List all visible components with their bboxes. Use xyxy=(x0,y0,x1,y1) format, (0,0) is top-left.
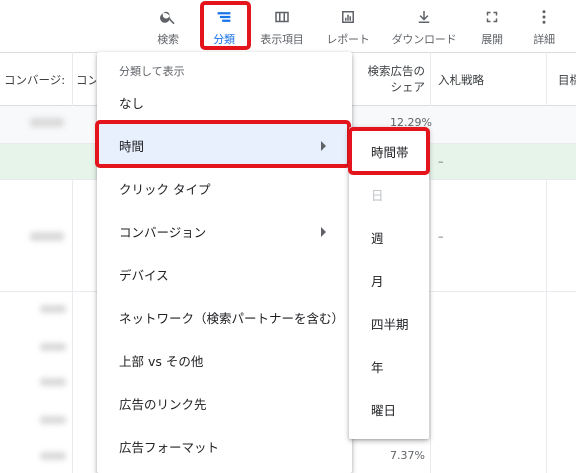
chevron-right-icon xyxy=(321,226,326,237)
menu-item-click-type[interactable]: クリック タイプ xyxy=(97,167,352,210)
time-submenu: 時間帯 日 週 月 四半期 年 曜日 xyxy=(349,127,429,439)
menu-item-label: コンバージョン xyxy=(119,225,207,240)
search-share-cell: 7.37% xyxy=(390,449,425,462)
menu-item-ad-format[interactable]: 広告フォーマット xyxy=(97,425,352,468)
column-header-target[interactable]: 目標 xyxy=(558,72,576,88)
menu-item-conversion[interactable]: コンバージョン xyxy=(97,210,352,253)
reports-button-label: レポート xyxy=(326,33,370,46)
expand-icon xyxy=(483,6,501,26)
more-vert-icon xyxy=(535,6,553,26)
blurred-value xyxy=(40,343,66,351)
submenu-item-label: 時間帯 xyxy=(371,145,409,160)
submenu-item-hour-of-day[interactable]: 時間帯 xyxy=(349,130,429,173)
segment-button-label: 分類 xyxy=(213,33,235,46)
menu-item-label: なし xyxy=(119,96,145,111)
segment-button[interactable]: 分類 xyxy=(206,6,242,48)
more-button[interactable]: 詳細 xyxy=(526,6,562,48)
expand-button-label: 展開 xyxy=(481,33,503,46)
menu-item-ad-destination[interactable]: 広告のリンク先 xyxy=(97,382,352,425)
menu-item-device[interactable]: デバイス xyxy=(97,253,352,296)
submenu-item-day-of-week[interactable]: 曜日 xyxy=(349,388,429,431)
menu-item-label: 上部 vs その他 xyxy=(119,354,204,369)
submenu-item-quarter[interactable]: 四半期 xyxy=(349,302,429,345)
submenu-item-label: 週 xyxy=(371,231,384,246)
menu-item-label: クリック タイプ xyxy=(119,182,211,197)
columns-button[interactable]: 表示項目 xyxy=(256,6,308,48)
bid-strategy-cell: – xyxy=(438,230,444,243)
segment-icon xyxy=(215,6,233,26)
segment-dropdown-menu: 分類して表示 なし 時間 クリック タイプ コンバージョン デバイス ネットワー… xyxy=(97,52,352,473)
reports-icon xyxy=(339,6,357,26)
blurred-value xyxy=(30,232,64,241)
table-toolbar: 検索 分類 表示項目 レポート ダウンロード 展開 詳細 xyxy=(0,0,576,52)
menu-item-network[interactable]: ネットワーク（検索パートナーを含む） xyxy=(97,296,352,339)
blurred-value xyxy=(40,452,66,460)
menu-item-label: 広告のリンク先 xyxy=(119,397,207,412)
blurred-value xyxy=(40,305,66,313)
download-button-label: ダウンロード xyxy=(391,33,457,46)
submenu-item-month[interactable]: 月 xyxy=(349,259,429,302)
blurred-value xyxy=(30,118,64,127)
download-icon xyxy=(415,6,433,26)
menu-item-label: 時間 xyxy=(119,139,145,154)
column-header-conversions[interactable]: コンバージ: xyxy=(4,72,68,88)
menu-item-label: 広告フォーマット xyxy=(119,440,220,455)
blurred-value xyxy=(40,416,66,424)
submenu-item-day: 日 xyxy=(349,173,429,216)
submenu-item-year[interactable]: 年 xyxy=(349,345,429,388)
menu-item-none[interactable]: なし xyxy=(97,81,352,124)
menu-item-label: デバイス xyxy=(119,268,169,283)
column-header-search-share-2: シェア xyxy=(390,80,426,94)
menu-item-top-vs-other[interactable]: 上部 vs その他 xyxy=(97,339,352,382)
submenu-item-week[interactable]: 週 xyxy=(349,216,429,259)
submenu-item-label: 日 xyxy=(371,188,384,203)
download-button[interactable]: ダウンロード xyxy=(386,6,462,48)
submenu-item-label: 四半期 xyxy=(371,317,409,332)
blurred-value xyxy=(40,378,66,386)
more-button-label: 詳細 xyxy=(533,33,555,46)
menu-item-label: ネットワーク（検索パートナーを含む） xyxy=(119,311,345,326)
search-button-label: 検索 xyxy=(157,33,179,46)
submenu-item-label: 月 xyxy=(371,274,384,289)
column-header-search-share[interactable]: 検索広告の xyxy=(363,63,426,79)
chevron-right-icon xyxy=(321,140,326,151)
reports-button[interactable]: レポート xyxy=(322,6,374,48)
column-header-bid-strategy[interactable]: 入札戦略 xyxy=(438,72,518,88)
menu-header: 分類して表示 xyxy=(119,65,185,78)
menu-item-time[interactable]: 時間 xyxy=(97,124,352,167)
bid-strategy-cell: – xyxy=(438,155,444,168)
search-icon xyxy=(159,6,177,26)
submenu-item-label: 曜日 xyxy=(371,403,397,418)
columns-icon xyxy=(273,6,291,26)
expand-button[interactable]: 展開 xyxy=(474,6,510,48)
submenu-item-label: 年 xyxy=(371,360,384,375)
column-header-conv-2[interactable]: コン xyxy=(76,72,96,88)
search-button[interactable]: 検索 xyxy=(150,6,186,48)
columns-button-label: 表示項目 xyxy=(260,33,304,46)
